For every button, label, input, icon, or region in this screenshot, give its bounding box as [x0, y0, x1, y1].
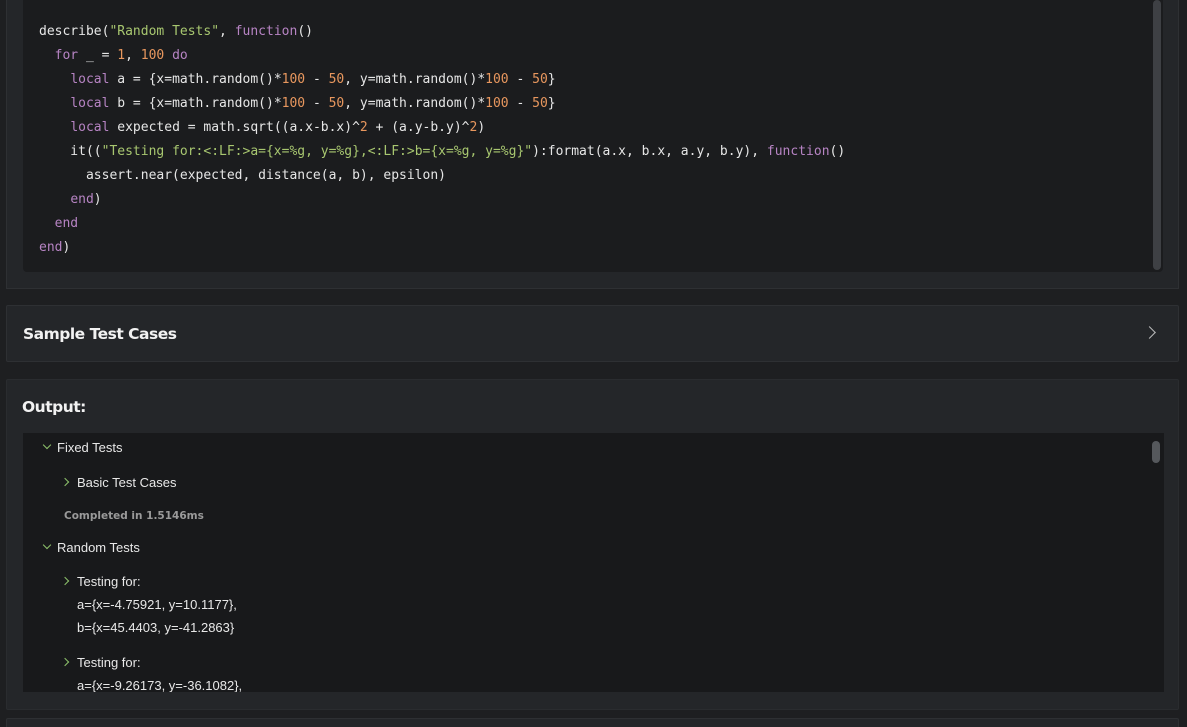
code-token: - — [305, 96, 329, 111]
code-token: 100 — [140, 48, 165, 63]
test-value-a: a={x=-4.75921, y=10.1177}, — [77, 597, 237, 612]
chevron-right-icon — [60, 657, 70, 667]
code-line: for _ = 1, 100 do — [39, 44, 845, 68]
code-token: b = {x=math.random()* — [109, 96, 282, 111]
code-token: } — [547, 72, 556, 87]
code-token: local — [70, 96, 110, 111]
completed-time: Completed in 1.5146ms — [64, 510, 204, 522]
output-panel: Output: Fixed Tests Basic Test Cases Com… — [6, 379, 1179, 710]
code-token: ) — [62, 240, 71, 255]
code-token: } — [547, 96, 556, 111]
sample-test-cases-title: Sample Test Cases — [23, 325, 177, 343]
sample-test-cases-toggle[interactable]: Sample Test Cases — [6, 305, 1179, 362]
code-token: , y=math.random()* — [344, 96, 486, 111]
code-token: 50 — [532, 96, 548, 111]
code-token: a = {x=math.random()* — [109, 72, 282, 87]
code-token: end — [70, 192, 94, 207]
code-token: ) — [93, 192, 102, 207]
code-token: it(( — [39, 144, 102, 159]
code-line: local a = {x=math.random()*100 - 50, y=m… — [39, 68, 845, 92]
code-token: 100 — [281, 72, 306, 87]
code-token: describe( — [39, 24, 110, 39]
test-value-a: a={x=-9.26173, y=-36.1082}, — [77, 678, 243, 692]
chevron-right-icon — [1143, 326, 1156, 339]
code-token: 2 — [359, 120, 368, 135]
code-token: , y=math.random()* — [344, 72, 486, 87]
code-token: 1 — [117, 48, 126, 63]
code-line: end — [39, 212, 845, 236]
code-token: _ = — [78, 48, 118, 63]
code-line: end) — [39, 236, 845, 260]
code-token: for — [54, 48, 79, 63]
chevron-down-icon — [42, 440, 52, 450]
code-token: ) — [477, 120, 486, 135]
code-token: do — [172, 48, 188, 63]
chevron-right-icon — [60, 576, 70, 586]
code-token: + (a.y-b.y)^ — [367, 120, 470, 135]
output-log: Fixed Tests Basic Test Cases Completed i… — [23, 433, 1164, 692]
code-token: 100 — [485, 96, 509, 111]
code-scrollbar[interactable] — [1153, 0, 1161, 270]
code-token: expected = math.sqrt((a.x-b.x)^ — [109, 120, 360, 135]
code-token: , — [219, 24, 235, 39]
output-scrollbar[interactable] — [1152, 441, 1160, 463]
group-label: Fixed Tests — [57, 440, 123, 455]
code-token: end — [54, 216, 79, 231]
output-title: Output: — [22, 398, 86, 416]
code-token: - — [508, 72, 533, 87]
test-label: Testing for: — [77, 655, 141, 670]
code-lines: describe("Random Tests", function() for … — [39, 20, 845, 260]
test-value-b: b={x=45.4403, y=-41.2863} — [77, 620, 235, 635]
code-line: it(("Testing for:<:LF:>a={x=%g, y=%g},<:… — [39, 140, 845, 164]
code-token: function — [766, 144, 830, 159]
code-token: - — [305, 72, 329, 87]
code-line: end) — [39, 188, 845, 212]
code-token: "Testing for:<:LF:>a={x=%g, y=%g},<:LF:>… — [101, 144, 533, 159]
chevron-down-icon — [42, 540, 52, 550]
code-token: local — [70, 72, 110, 87]
code-token: 100 — [281, 96, 306, 111]
code-token: , — [125, 48, 141, 63]
code-token: ):format(a.x, b.x, a.y, b.y), — [532, 144, 767, 159]
code-token: - — [508, 96, 533, 111]
group-label: Random Tests — [57, 540, 140, 555]
code-token: 100 — [485, 72, 509, 87]
code-line: describe("Random Tests", function() — [39, 20, 845, 44]
code-token: function — [234, 24, 298, 39]
code-token: assert.near(expected, distance(a, b), ep… — [39, 168, 446, 183]
code-token: "Random Tests" — [109, 24, 220, 39]
test-label: Testing for: — [77, 574, 141, 589]
code-token: local — [70, 120, 110, 135]
test-label: Basic Test Cases — [77, 475, 177, 490]
code-token: 50 — [532, 72, 548, 87]
code-token: () — [297, 24, 313, 39]
code-editor[interactable]: describe("Random Tests", function() for … — [23, 0, 1163, 272]
code-token: 50 — [328, 96, 345, 111]
code-token: 50 — [328, 72, 345, 87]
code-line: local b = {x=math.random()*100 - 50, y=m… — [39, 92, 845, 116]
code-line: assert.near(expected, distance(a, b), ep… — [39, 164, 845, 188]
code-line: local expected = math.sqrt((a.x-b.x)^2 +… — [39, 116, 845, 140]
code-token: () — [829, 144, 846, 159]
chevron-right-icon — [60, 477, 70, 487]
next-panel-edge — [6, 718, 1179, 727]
code-panel: describe("Random Tests", function() for … — [6, 0, 1179, 289]
code-token: end — [39, 240, 63, 255]
